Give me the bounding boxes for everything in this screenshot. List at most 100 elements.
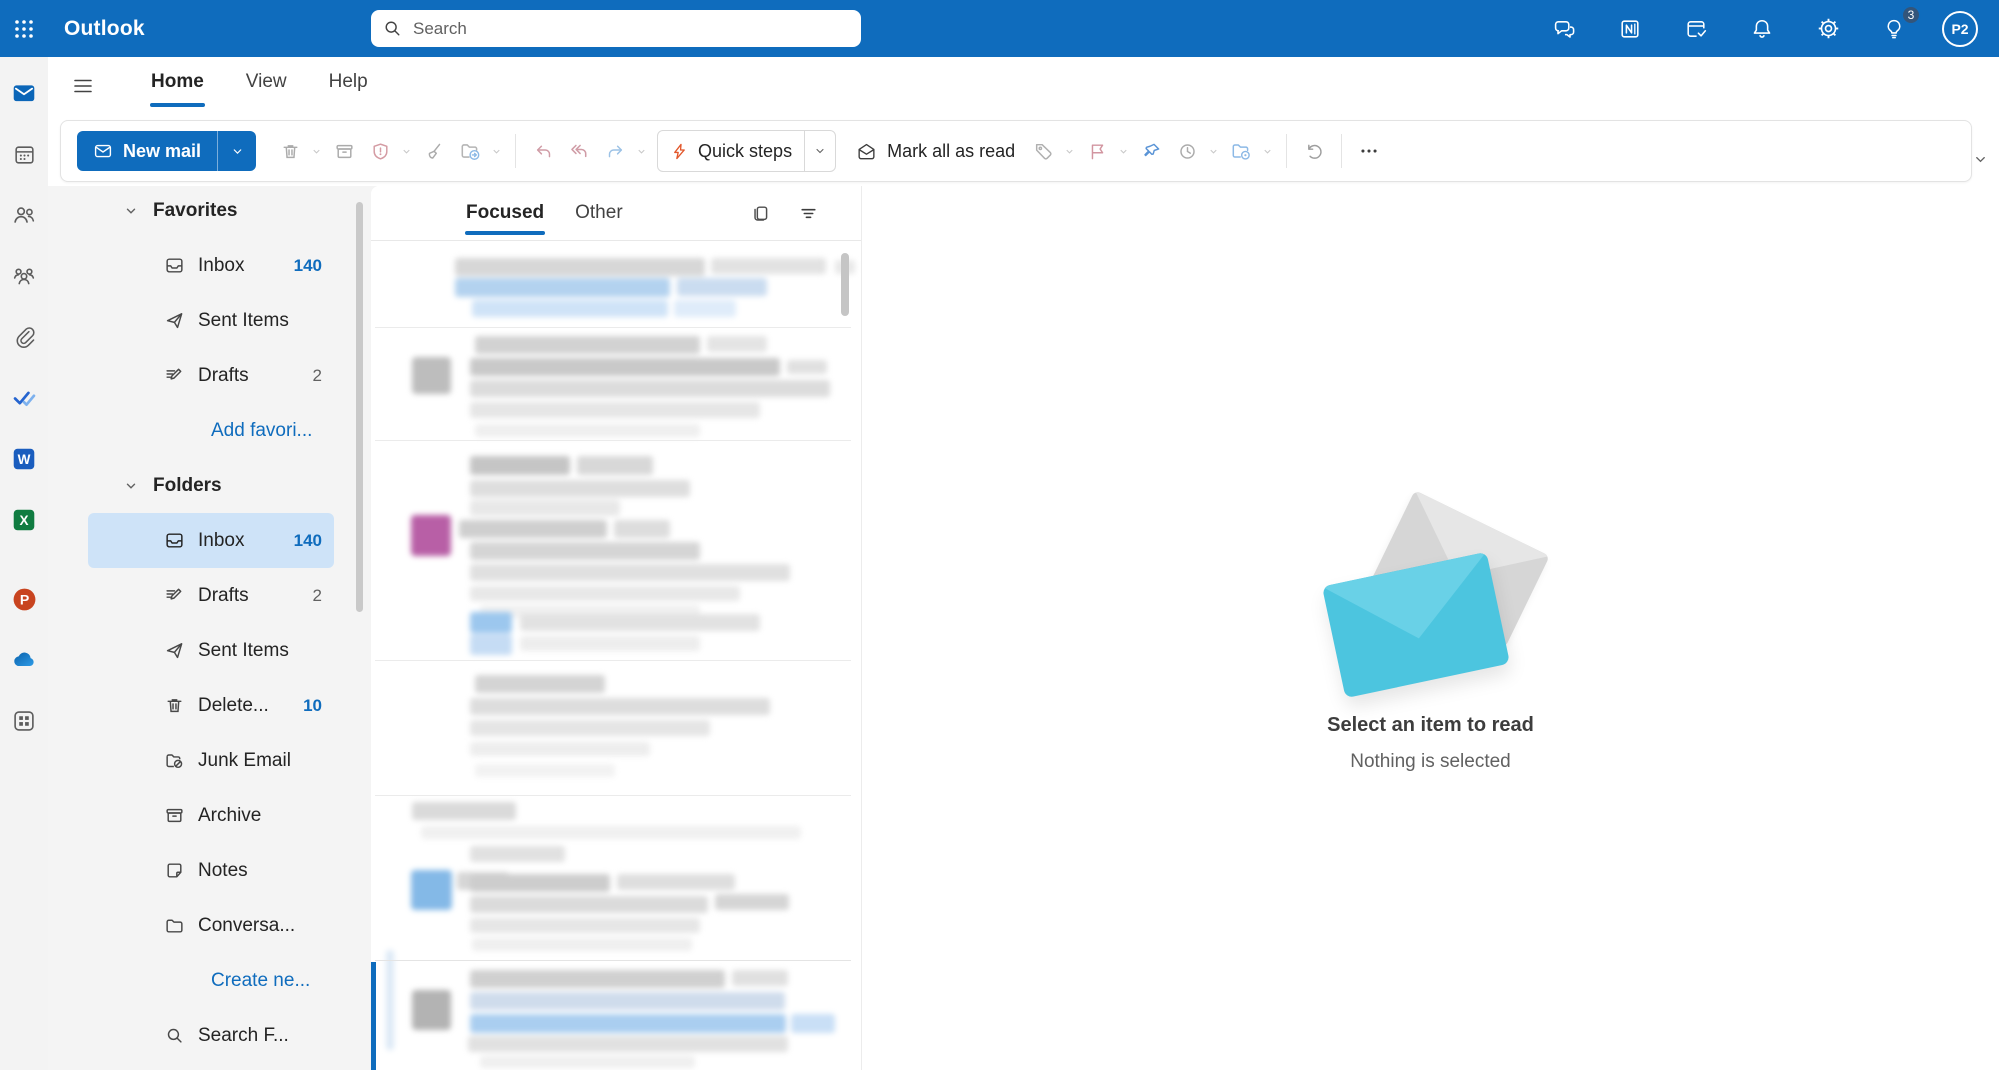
- nav-toggle-icon[interactable]: [66, 69, 100, 103]
- folder-pane-scrollbar[interactable]: [356, 202, 363, 612]
- new-mail-main[interactable]: New mail: [77, 131, 217, 171]
- tab-focused[interactable]: Focused: [466, 186, 544, 240]
- todo-check-icon[interactable]: [0, 378, 48, 418]
- filter-icon[interactable]: [795, 200, 821, 226]
- word-icon[interactable]: W: [0, 439, 48, 479]
- collapse-ribbon-icon[interactable]: [1968, 147, 1992, 171]
- quick-steps-main[interactable]: Quick steps: [658, 131, 804, 171]
- search-icon: [383, 19, 402, 38]
- move-to-dropdown-icon[interactable]: [488, 133, 504, 169]
- forward-icon[interactable]: [597, 133, 633, 169]
- redacted-blob: [470, 456, 570, 475]
- folder-notes[interactable]: Notes: [88, 843, 334, 898]
- lightbulb-icon[interactable]: 3: [1874, 9, 1914, 49]
- rules-dropdown-icon[interactable]: [1259, 133, 1275, 169]
- mark-all-read-button[interactable]: Mark all as read: [846, 131, 1025, 171]
- folder-deleted-items[interactable]: Delete... 10: [88, 678, 334, 733]
- folder-inbox-selected[interactable]: Inbox 140: [88, 513, 334, 568]
- powerpoint-letter: P: [19, 591, 28, 607]
- list-header-actions: [747, 186, 821, 240]
- mail-panel: Focused Other: [371, 186, 1999, 1070]
- redacted-blob: [386, 950, 394, 1050]
- groups-icon[interactable]: [0, 256, 48, 296]
- reply-all-icon[interactable]: [561, 133, 597, 169]
- mail-icon[interactable]: [0, 73, 48, 113]
- folder-conversation-history[interactable]: Conversa...: [88, 898, 334, 953]
- quick-steps-dropdown[interactable]: [804, 131, 835, 171]
- delete-icon[interactable]: [272, 133, 308, 169]
- tab-view[interactable]: View: [244, 65, 289, 99]
- folder-label: Archive: [198, 805, 261, 827]
- add-favorite-link[interactable]: Add favori...: [88, 403, 334, 458]
- delete-dropdown-icon[interactable]: [308, 133, 324, 169]
- item-count: 2: [313, 586, 322, 606]
- move-to-icon[interactable]: [452, 133, 488, 169]
- report-icon[interactable]: [362, 133, 398, 169]
- account-avatar[interactable]: P2: [1940, 9, 1980, 49]
- settings-gear-icon[interactable]: [1808, 9, 1848, 49]
- more-apps-icon[interactable]: [0, 701, 48, 741]
- folder-sent-items[interactable]: Sent Items: [88, 623, 334, 678]
- new-mail-dropdown[interactable]: [217, 131, 256, 171]
- sweep-icon[interactable]: [416, 133, 452, 169]
- tag-icon[interactable]: [1025, 133, 1061, 169]
- app-launcher-icon[interactable]: [0, 0, 48, 57]
- rules-icon[interactable]: [1223, 133, 1259, 169]
- attachments-icon[interactable]: [0, 317, 48, 357]
- people-icon[interactable]: [0, 195, 48, 235]
- pin-icon[interactable]: [1133, 133, 1169, 169]
- todo-icon[interactable]: [1676, 9, 1716, 49]
- undo-icon[interactable]: [1296, 133, 1332, 169]
- folder-label: Sent Items: [198, 640, 289, 662]
- folder-favorites-inbox[interactable]: Inbox 140: [88, 238, 334, 293]
- redacted-message-rows[interactable]: [371, 186, 861, 1070]
- redacted-blob: [475, 764, 615, 777]
- create-new-folder-link[interactable]: Create ne...: [88, 953, 334, 1008]
- snooze-dropdown-icon[interactable]: [1205, 133, 1221, 169]
- folder-favorites-sent[interactable]: Sent Items: [88, 293, 334, 348]
- tab-other[interactable]: Other: [575, 186, 623, 240]
- search-box[interactable]: [371, 10, 861, 47]
- forward-dropdown-icon[interactable]: [633, 133, 649, 169]
- message-list-scrollbar[interactable]: [841, 253, 849, 316]
- notes-feed-icon[interactable]: [1610, 9, 1650, 49]
- notifications-bell-icon[interactable]: [1742, 9, 1782, 49]
- quick-steps-button[interactable]: Quick steps: [657, 130, 836, 172]
- more-options-icon[interactable]: [1351, 133, 1387, 169]
- redacted-blob: [674, 300, 736, 317]
- new-mail-icon: [93, 141, 113, 161]
- redacted-blob: [470, 874, 610, 892]
- folder-label: Delete...: [198, 695, 269, 717]
- folders-section-header[interactable]: Folders: [88, 458, 365, 513]
- excel-icon[interactable]: X: [0, 500, 48, 540]
- select-messages-icon[interactable]: [747, 200, 773, 226]
- folder-archive[interactable]: Archive: [88, 788, 334, 843]
- selected-message-indicator: [371, 962, 376, 1070]
- search-input[interactable]: [411, 18, 849, 40]
- folder-drafts[interactable]: Drafts 2: [88, 568, 334, 623]
- snooze-icon[interactable]: [1169, 133, 1205, 169]
- chat-icon[interactable]: [1544, 9, 1584, 49]
- folder-favorites-drafts[interactable]: Drafts 2: [88, 348, 334, 403]
- archive-icon[interactable]: [326, 133, 362, 169]
- redacted-blob: [455, 258, 705, 276]
- onedrive-icon[interactable]: [0, 640, 48, 680]
- folder-search-folders[interactable]: Search F...: [88, 1008, 334, 1063]
- folder-junk-email[interactable]: Junk Email: [88, 733, 334, 788]
- group-separator: [375, 795, 851, 796]
- powerpoint-icon[interactable]: P: [0, 579, 48, 619]
- flag-icon[interactable]: [1079, 133, 1115, 169]
- app-rail: W X P: [0, 57, 48, 1070]
- report-dropdown-icon[interactable]: [398, 133, 414, 169]
- new-mail-button[interactable]: New mail: [77, 131, 256, 171]
- tab-home[interactable]: Home: [149, 65, 206, 99]
- app-title: Outlook: [64, 17, 145, 41]
- reply-icon[interactable]: [525, 133, 561, 169]
- calendar-icon[interactable]: [0, 134, 48, 174]
- redacted-blob: [715, 894, 789, 910]
- favorites-section-header[interactable]: Favorites: [88, 183, 365, 238]
- tag-dropdown-icon[interactable]: [1061, 133, 1077, 169]
- flag-dropdown-icon[interactable]: [1115, 133, 1131, 169]
- sent-icon: [163, 310, 185, 331]
- tab-help[interactable]: Help: [327, 65, 370, 99]
